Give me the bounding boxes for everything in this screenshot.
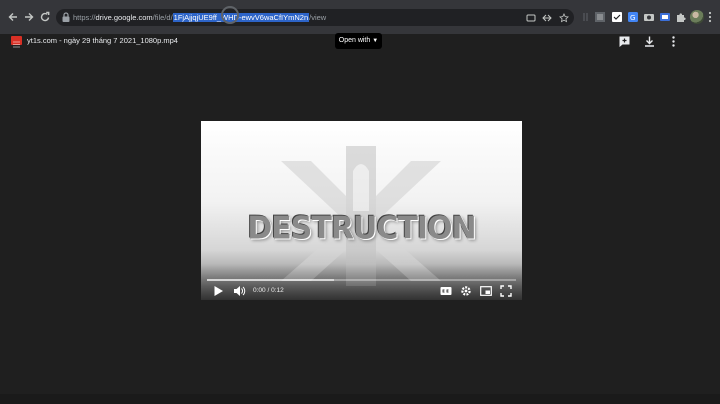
chevron-down-icon: ▼ <box>372 38 379 44</box>
extension-checklist-icon[interactable] <box>611 11 623 23</box>
file-name: yt1s.com - ngày 29 tháng 7 2021_1080p.mp… <box>27 36 178 45</box>
controls-overlay <box>201 264 522 300</box>
translate-icon[interactable]: G <box>627 11 639 23</box>
more-vert-icon[interactable] <box>708 10 712 24</box>
back-arrow-icon[interactable] <box>5 9 21 25</box>
extension-blue-icon[interactable] <box>659 11 671 23</box>
open-with-button[interactable]: Open with ▼ <box>335 33 382 49</box>
cast-icon[interactable] <box>526 13 536 23</box>
forward-arrow-icon[interactable] <box>21 9 37 25</box>
fullscreen-icon[interactable] <box>500 285 512 297</box>
time-display: 0:00 / 0:12 <box>253 286 284 296</box>
progress-buffered <box>207 279 334 281</box>
extension-divider-icon <box>583 13 588 21</box>
lock-icon[interactable] <box>61 12 71 23</box>
reload-icon[interactable] <box>37 9 53 25</box>
svg-text:G: G <box>630 14 635 22</box>
play-icon[interactable] <box>213 285 224 297</box>
url-prefix: https:// <box>73 13 96 22</box>
video-file-icon <box>11 36 22 48</box>
add-comment-icon[interactable] <box>618 35 631 48</box>
share-icon[interactable] <box>542 13 552 23</box>
captions-icon[interactable] <box>440 285 452 297</box>
star-icon[interactable] <box>559 13 569 23</box>
bottom-strip <box>0 394 720 404</box>
miniplayer-icon[interactable] <box>480 285 492 297</box>
extension-grid-icon[interactable] <box>594 11 606 23</box>
address-bar[interactable]: https://drive.google.com/file/d/1FjAjjqj… <box>56 6 574 26</box>
url-text[interactable]: https://drive.google.com/file/d/1FjAjjqj… <box>73 11 326 24</box>
video-frame-title: DESTRUCTION <box>247 210 476 247</box>
download-icon[interactable] <box>643 35 656 48</box>
volume-icon[interactable] <box>233 285 246 297</box>
url-host: drive.google.com <box>95 13 153 22</box>
mouse-cursor-highlight <box>221 6 239 24</box>
camera-icon[interactable] <box>643 11 655 23</box>
gear-icon[interactable] <box>460 285 472 297</box>
more-options-icon[interactable] <box>667 35 680 48</box>
time-total: 0:12 <box>271 287 284 294</box>
url-path: /file/d/ <box>152 13 173 22</box>
video-player[interactable]: DESTRUCTION 0:00 / 0:12 <box>201 121 522 300</box>
open-with-label: Open with <box>338 37 371 44</box>
url-suffix: /view <box>309 13 327 22</box>
browser-toolbar: https://drive.google.com/file/d/1FjAjjqj… <box>0 0 720 34</box>
puzzle-icon[interactable] <box>675 11 687 23</box>
avatar[interactable] <box>690 10 704 24</box>
time-current: 0:00 <box>253 287 266 294</box>
progress-bar[interactable] <box>207 279 516 281</box>
url-selected-segment: 1FjAjjqjUE9ff_WHD-ewvV6waCfIYmN2n <box>172 13 310 22</box>
